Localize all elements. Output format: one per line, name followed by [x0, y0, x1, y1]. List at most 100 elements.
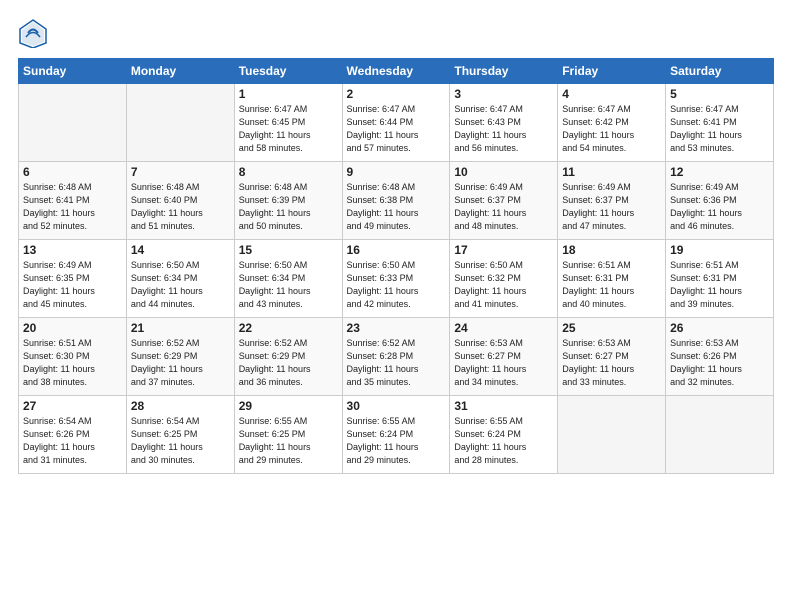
day-info: Sunrise: 6:47 AM Sunset: 6:41 PM Dayligh…	[670, 103, 769, 155]
day-number: 1	[239, 87, 338, 101]
day-info: Sunrise: 6:48 AM Sunset: 6:38 PM Dayligh…	[347, 181, 446, 233]
calendar-cell: 18Sunrise: 6:51 AM Sunset: 6:31 PM Dayli…	[558, 240, 666, 318]
calendar-cell: 8 Sunrise: 6:48 AM Sunset: 6:39 PM Daylig…	[234, 162, 342, 240]
day-number: 11	[562, 165, 661, 179]
day-info: Sunrise: 6:48 AM Sunset: 6:39 PM Dayligh…	[239, 181, 338, 233]
day-info: Sunrise: 6:51 AM Sunset: 6:31 PM Dayligh…	[562, 259, 661, 311]
day-number: 14	[131, 243, 230, 257]
calendar-cell: 9Sunrise: 6:48 AM Sunset: 6:38 PM Daylig…	[342, 162, 450, 240]
calendar-header-saturday: Saturday	[666, 59, 774, 84]
calendar-cell: 20 Sunrise: 6:51 AM Sunset: 6:30 PM Dayli…	[19, 318, 127, 396]
page: SundayMondayTuesdayWednesdayThursdayFrid…	[0, 0, 792, 612]
calendar-cell: 19Sunrise: 6:51 AM Sunset: 6:31 PM Dayli…	[666, 240, 774, 318]
day-info: Sunrise: 6:50 AM Sunset: 6:33 PM Dayligh…	[347, 259, 446, 311]
day-info: Sunrise: 6:48 AM Sunset: 6:41 PM Dayligh…	[23, 181, 122, 233]
calendar-cell: 13 Sunrise: 6:49 AM Sunset: 6:35 PM Dayli…	[19, 240, 127, 318]
calendar-cell: 7Sunrise: 6:48 AM Sunset: 6:40 PM Daylig…	[126, 162, 234, 240]
day-info: Sunrise: 6:53 AM Sunset: 6:27 PM Dayligh…	[562, 337, 661, 389]
calendar-cell	[666, 396, 774, 474]
day-info: Sunrise: 6:53 AM Sunset: 6:27 PM Dayligh…	[454, 337, 553, 389]
day-info: Sunrise: 6:50 AM Sunset: 6:32 PM Dayligh…	[454, 259, 553, 311]
day-number: 6	[23, 165, 122, 179]
day-info: Sunrise: 6:52 AM Sunset: 6:29 PM Dayligh…	[131, 337, 230, 389]
logo-icon	[18, 18, 48, 48]
day-number: 8	[239, 165, 338, 179]
day-number: 24	[454, 321, 553, 335]
day-number: 22	[239, 321, 338, 335]
calendar-cell: 14 Sunrise: 6:50 AM Sunset: 6:34 PM Dayli…	[126, 240, 234, 318]
day-number: 15	[239, 243, 338, 257]
calendar-header-friday: Friday	[558, 59, 666, 84]
calendar-cell: 24 Sunrise: 6:53 AM Sunset: 6:27 PM Dayli…	[450, 318, 558, 396]
day-info: Sunrise: 6:50 AM Sunset: 6:34 PM Dayligh…	[239, 259, 338, 311]
day-number: 4	[562, 87, 661, 101]
calendar-cell: 21 Sunrise: 6:52 AM Sunset: 6:29 PM Dayli…	[126, 318, 234, 396]
day-info: Sunrise: 6:55 AM Sunset: 6:24 PM Dayligh…	[454, 415, 553, 467]
calendar-cell	[558, 396, 666, 474]
calendar-cell: 29Sunrise: 6:55 AM Sunset: 6:25 PM Dayli…	[234, 396, 342, 474]
calendar-cell: 25 Sunrise: 6:53 AM Sunset: 6:27 PM Dayli…	[558, 318, 666, 396]
day-info: Sunrise: 6:49 AM Sunset: 6:35 PM Dayligh…	[23, 259, 122, 311]
day-number: 31	[454, 399, 553, 413]
day-info: Sunrise: 6:49 AM Sunset: 6:36 PM Dayligh…	[670, 181, 769, 233]
day-info: Sunrise: 6:51 AM Sunset: 6:31 PM Dayligh…	[670, 259, 769, 311]
day-number: 3	[454, 87, 553, 101]
day-info: Sunrise: 6:54 AM Sunset: 6:26 PM Dayligh…	[23, 415, 122, 467]
day-info: Sunrise: 6:49 AM Sunset: 6:37 PM Dayligh…	[562, 181, 661, 233]
day-number: 2	[347, 87, 446, 101]
calendar-cell: 2 Sunrise: 6:47 AM Sunset: 6:44 PM Daylig…	[342, 84, 450, 162]
calendar-cell: 26 Sunrise: 6:53 AM Sunset: 6:26 PM Dayli…	[666, 318, 774, 396]
logo	[18, 18, 52, 48]
day-number: 30	[347, 399, 446, 413]
calendar-header-wednesday: Wednesday	[342, 59, 450, 84]
day-info: Sunrise: 6:54 AM Sunset: 6:25 PM Dayligh…	[131, 415, 230, 467]
calendar-table: SundayMondayTuesdayWednesdayThursdayFrid…	[18, 58, 774, 474]
calendar-cell: 15 Sunrise: 6:50 AM Sunset: 6:34 PM Dayli…	[234, 240, 342, 318]
day-info: Sunrise: 6:47 AM Sunset: 6:44 PM Dayligh…	[347, 103, 446, 155]
day-info: Sunrise: 6:47 AM Sunset: 6:42 PM Dayligh…	[562, 103, 661, 155]
calendar-cell: 12Sunrise: 6:49 AM Sunset: 6:36 PM Dayli…	[666, 162, 774, 240]
calendar-header-monday: Monday	[126, 59, 234, 84]
calendar-cell: 11 Sunrise: 6:49 AM Sunset: 6:37 PM Dayli…	[558, 162, 666, 240]
calendar-cell: 1 Sunrise: 6:47 AM Sunset: 6:45 PM Daylig…	[234, 84, 342, 162]
calendar-cell	[19, 84, 127, 162]
day-info: Sunrise: 6:51 AM Sunset: 6:30 PM Dayligh…	[23, 337, 122, 389]
day-number: 7	[131, 165, 230, 179]
calendar-week-row: 1 Sunrise: 6:47 AM Sunset: 6:45 PM Daylig…	[19, 84, 774, 162]
calendar-week-row: 6 Sunrise: 6:48 AM Sunset: 6:41 PM Daylig…	[19, 162, 774, 240]
day-info: Sunrise: 6:53 AM Sunset: 6:26 PM Dayligh…	[670, 337, 769, 389]
calendar-header-sunday: Sunday	[19, 59, 127, 84]
day-number: 28	[131, 399, 230, 413]
calendar-cell: 27 Sunrise: 6:54 AM Sunset: 6:26 PM Dayli…	[19, 396, 127, 474]
day-number: 17	[454, 243, 553, 257]
day-info: Sunrise: 6:55 AM Sunset: 6:24 PM Dayligh…	[347, 415, 446, 467]
calendar-cell: 28 Sunrise: 6:54 AM Sunset: 6:25 PM Dayli…	[126, 396, 234, 474]
day-info: Sunrise: 6:47 AM Sunset: 6:43 PM Dayligh…	[454, 103, 553, 155]
day-number: 25	[562, 321, 661, 335]
day-number: 23	[347, 321, 446, 335]
day-info: Sunrise: 6:47 AM Sunset: 6:45 PM Dayligh…	[239, 103, 338, 155]
day-number: 13	[23, 243, 122, 257]
day-number: 27	[23, 399, 122, 413]
calendar-header-tuesday: Tuesday	[234, 59, 342, 84]
calendar-cell: 17 Sunrise: 6:50 AM Sunset: 6:32 PM Dayli…	[450, 240, 558, 318]
day-info: Sunrise: 6:52 AM Sunset: 6:29 PM Dayligh…	[239, 337, 338, 389]
calendar-cell: 3 Sunrise: 6:47 AM Sunset: 6:43 PM Daylig…	[450, 84, 558, 162]
day-info: Sunrise: 6:50 AM Sunset: 6:34 PM Dayligh…	[131, 259, 230, 311]
calendar-cell: 22 Sunrise: 6:52 AM Sunset: 6:29 PM Dayli…	[234, 318, 342, 396]
calendar-cell: 16 Sunrise: 6:50 AM Sunset: 6:33 PM Dayli…	[342, 240, 450, 318]
day-info: Sunrise: 6:55 AM Sunset: 6:25 PM Dayligh…	[239, 415, 338, 467]
calendar-cell	[126, 84, 234, 162]
day-number: 5	[670, 87, 769, 101]
day-number: 26	[670, 321, 769, 335]
calendar-week-row: 27 Sunrise: 6:54 AM Sunset: 6:26 PM Dayli…	[19, 396, 774, 474]
day-number: 21	[131, 321, 230, 335]
calendar-cell: 6 Sunrise: 6:48 AM Sunset: 6:41 PM Daylig…	[19, 162, 127, 240]
calendar-cell: 4 Sunrise: 6:47 AM Sunset: 6:42 PM Daylig…	[558, 84, 666, 162]
calendar-cell: 31 Sunrise: 6:55 AM Sunset: 6:24 PM Dayli…	[450, 396, 558, 474]
day-number: 20	[23, 321, 122, 335]
calendar-cell: 23Sunrise: 6:52 AM Sunset: 6:28 PM Dayli…	[342, 318, 450, 396]
calendar-cell: 5 Sunrise: 6:47 AM Sunset: 6:41 PM Daylig…	[666, 84, 774, 162]
day-number: 16	[347, 243, 446, 257]
day-number: 10	[454, 165, 553, 179]
